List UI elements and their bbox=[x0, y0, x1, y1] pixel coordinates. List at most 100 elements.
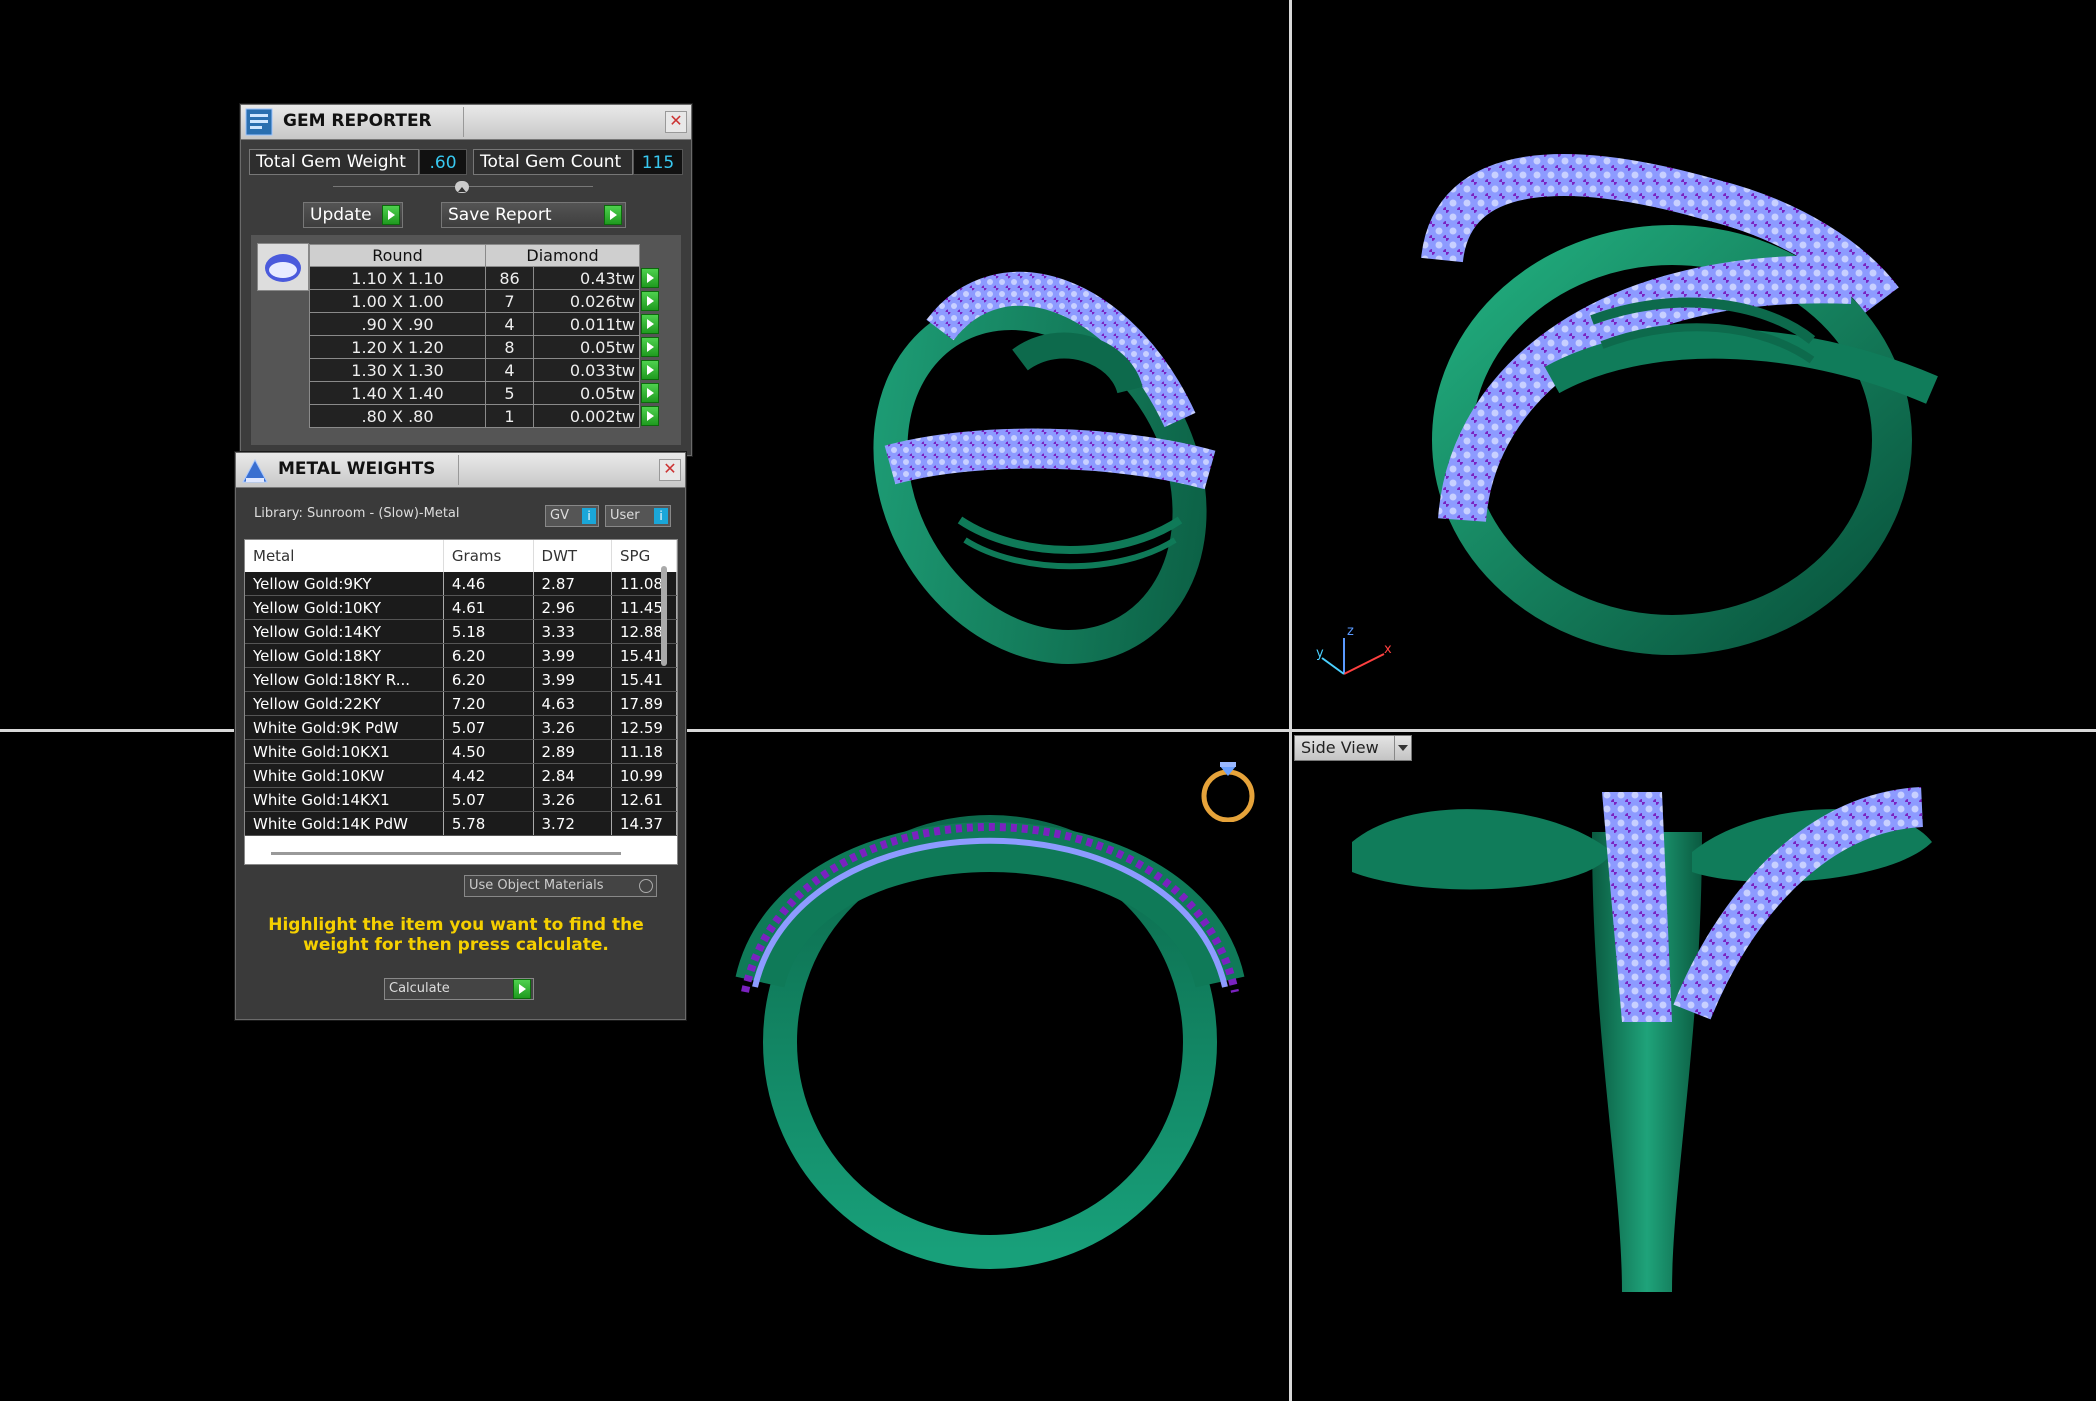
metal-dwt: 2.89 bbox=[533, 739, 613, 764]
metal-row[interactable]: White Gold:9K PdW 5.07 3.26 12.59 bbox=[245, 715, 677, 740]
gem-size: 1.30 X 1.30 bbox=[309, 358, 486, 382]
save-report-button-label: Save Report bbox=[448, 205, 552, 225]
update-button[interactable]: Update bbox=[303, 202, 403, 228]
ring-icon[interactable] bbox=[1198, 752, 1258, 823]
gem-reporter-app-icon bbox=[245, 108, 273, 136]
user-label: User bbox=[610, 508, 640, 523]
metal-grams: 4.42 bbox=[443, 763, 534, 788]
gem-count: 7 bbox=[485, 289, 534, 313]
gem-row[interactable]: 1.40 X 1.40 5 0.05tw bbox=[309, 381, 666, 405]
metal-dwt: 4.63 bbox=[533, 691, 613, 716]
use-object-materials-label: Use Object Materials bbox=[469, 878, 604, 893]
gem-weight: 0.011tw bbox=[533, 312, 640, 336]
gem-reporter-title: GEM REPORTER bbox=[283, 107, 464, 137]
gem-row[interactable]: .80 X .80 1 0.002tw bbox=[309, 404, 666, 428]
play-icon[interactable] bbox=[641, 359, 659, 380]
gem-row[interactable]: 1.20 X 1.20 8 0.05tw bbox=[309, 335, 666, 359]
gem-count: 86 bbox=[485, 266, 534, 290]
gem-list-area: Round Diamond 1.10 X 1.10 86 0.43tw 1.00 X … bbox=[251, 235, 681, 445]
metal-row[interactable]: Yellow Gold:22KY 7.20 4.63 17.89 bbox=[245, 691, 677, 716]
metal-dwt: 3.26 bbox=[533, 715, 613, 740]
play-icon[interactable] bbox=[641, 382, 659, 403]
metal-spg: 10.99 bbox=[611, 763, 677, 788]
metal-row[interactable]: White Gold:10KW 4.42 2.84 10.99 bbox=[245, 763, 677, 788]
metal-row[interactable]: Yellow Gold:18KY 6.20 3.99 15.41 bbox=[245, 643, 677, 668]
calculate-hint: Highlight the item you want to find the … bbox=[268, 915, 644, 955]
gem-count: 8 bbox=[485, 335, 534, 359]
horizontal-scrollbar[interactable] bbox=[271, 852, 621, 855]
gem-row[interactable]: 1.10 X 1.10 86 0.43tw bbox=[309, 266, 666, 290]
calculate-button[interactable]: Calculate bbox=[384, 978, 534, 1000]
close-icon[interactable]: ✕ bbox=[665, 111, 687, 133]
gem-table: Round Diamond 1.10 X 1.10 86 0.43tw 1.00 X … bbox=[309, 244, 666, 428]
metal-row[interactable]: Yellow Gold:9KY 4.46 2.87 11.08 bbox=[245, 572, 677, 596]
gem-weight: 0.026tw bbox=[533, 289, 640, 313]
metal-dwt: 2.87 bbox=[533, 572, 613, 596]
gem-row[interactable]: 1.00 X 1.00 7 0.026tw bbox=[309, 289, 666, 313]
metal-row[interactable]: White Gold:14K PdW 5.78 3.72 14.37 bbox=[245, 811, 677, 836]
metal-grams: 5.07 bbox=[443, 715, 534, 740]
gem-reporter-panel: GEM REPORTER ✕ Total Gem Weight .60 Tota… bbox=[240, 104, 692, 456]
viewport-top-right[interactable]: z x y bbox=[1292, 0, 2096, 729]
gem-weight: 0.05tw bbox=[533, 381, 640, 405]
axis-triad-icon bbox=[1321, 638, 1385, 675]
metal-weights-titlebar[interactable]: METAL WEIGHTS ✕ bbox=[236, 453, 685, 488]
metal-column-header[interactable]: Metal bbox=[245, 540, 444, 572]
metal-name: Yellow Gold:18KY bbox=[245, 643, 444, 668]
gem-size: 1.00 X 1.00 bbox=[309, 289, 486, 313]
metal-grams: 4.46 bbox=[443, 572, 534, 596]
gem-weight: 0.43tw bbox=[533, 266, 640, 290]
metal-spg: 12.59 bbox=[611, 715, 677, 740]
metal-row[interactable]: Yellow Gold:10KY 4.61 2.96 11.45 bbox=[245, 595, 677, 620]
metal-name: Yellow Gold:10KY bbox=[245, 595, 444, 620]
metal-row[interactable]: White Gold:10KX1 4.50 2.89 11.18 bbox=[245, 739, 677, 764]
metal-row[interactable]: Yellow Gold:14KY 5.18 3.33 12.88 bbox=[245, 619, 677, 644]
round-gem-icon[interactable] bbox=[257, 243, 309, 291]
save-report-button[interactable]: Save Report bbox=[441, 202, 626, 228]
vertical-scrollbar[interactable] bbox=[661, 566, 667, 666]
metal-grams: 6.20 bbox=[443, 667, 534, 692]
gv-toggle[interactable]: GV i bbox=[545, 505, 599, 527]
ring-render-perspective-right bbox=[1421, 154, 1938, 655]
metal-grams: 6.20 bbox=[443, 643, 534, 668]
gem-reporter-titlebar[interactable]: GEM REPORTER ✕ bbox=[241, 105, 691, 140]
gem-row[interactable]: 1.30 X 1.30 4 0.033tw bbox=[309, 358, 666, 382]
use-object-materials-toggle[interactable]: Use Object Materials bbox=[464, 875, 657, 897]
chevron-up-icon bbox=[455, 181, 469, 193]
play-icon bbox=[513, 979, 531, 999]
play-icon[interactable] bbox=[641, 290, 659, 311]
axis-y-label: y bbox=[1316, 646, 1324, 661]
metal-table-container[interactable]: Metal Grams DWT SPG Yellow Gold:9KY 4.46 2.87… bbox=[244, 539, 678, 865]
metal-row[interactable]: White Gold:14KX1 5.07 3.26 12.61 bbox=[245, 787, 677, 812]
axis-z-label: z bbox=[1347, 624, 1354, 639]
metal-column-header[interactable]: DWT bbox=[533, 540, 613, 572]
play-icon bbox=[382, 205, 400, 225]
metal-name: White Gold:9K PdW bbox=[245, 715, 444, 740]
play-icon[interactable] bbox=[641, 313, 659, 334]
play-icon[interactable] bbox=[641, 405, 659, 426]
close-icon[interactable]: ✕ bbox=[659, 459, 681, 481]
viewport-divider-vertical[interactable] bbox=[1289, 0, 1292, 1401]
collapse-handle[interactable] bbox=[333, 181, 593, 193]
metal-dwt: 3.72 bbox=[533, 811, 613, 836]
user-toggle[interactable]: User i bbox=[605, 505, 671, 527]
metal-row[interactable]: Yellow Gold:18KY R... 6.20 3.99 15.41 bbox=[245, 667, 677, 692]
gem-size: 1.20 X 1.20 bbox=[309, 335, 486, 359]
gem-shape-header: Round bbox=[309, 244, 486, 267]
side-view-dropdown[interactable]: Side View bbox=[1294, 735, 1412, 761]
metal-column-header[interactable]: Grams bbox=[443, 540, 534, 572]
axis-triad: z x y bbox=[1314, 624, 1394, 678]
metal-grams: 4.50 bbox=[443, 739, 534, 764]
play-icon[interactable] bbox=[641, 267, 659, 288]
metal-grams: 5.18 bbox=[443, 619, 534, 644]
play-icon[interactable] bbox=[641, 336, 659, 357]
gem-size: .80 X .80 bbox=[309, 404, 486, 428]
gem-weight: 0.05tw bbox=[533, 335, 640, 359]
metal-name: Yellow Gold:22KY bbox=[245, 691, 444, 716]
library-label: Library: Sunroom - (Slow)-Metal bbox=[254, 506, 460, 521]
metal-spg: 12.61 bbox=[611, 787, 677, 812]
viewport-bottom-right[interactable]: Side View bbox=[1292, 732, 2096, 1401]
gem-row[interactable]: .90 X .90 4 0.011tw bbox=[309, 312, 666, 336]
play-icon bbox=[604, 205, 622, 225]
metal-name: Yellow Gold:18KY R... bbox=[245, 667, 444, 692]
